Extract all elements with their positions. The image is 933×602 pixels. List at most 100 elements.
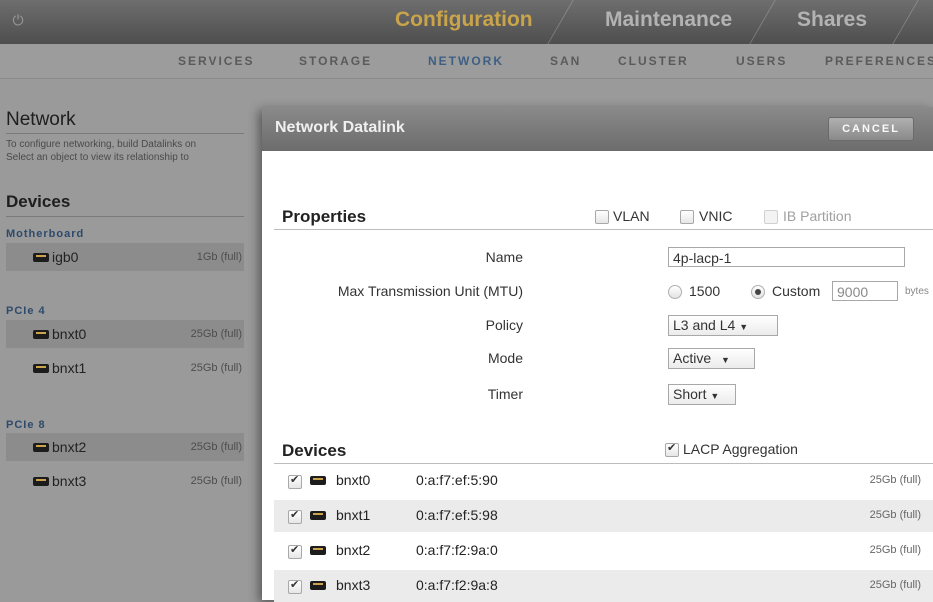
network-card-icon — [310, 546, 326, 555]
network-card-icon — [310, 511, 326, 520]
name-field[interactable]: 4p-lacp-1 — [668, 247, 905, 267]
device-row-bnxt2[interactable]: bnxt2 0:a:f7:f2:9a:0 25Gb (full) — [274, 535, 933, 567]
policy-label: Policy — [485, 317, 523, 333]
network-card-icon — [310, 476, 326, 485]
chevron-down-icon: ▼ — [721, 355, 730, 365]
ib-partition-label: IB Partition — [783, 208, 852, 224]
chevron-down-icon: ▼ — [739, 322, 749, 332]
device-name: igb0 — [52, 249, 79, 265]
device-name: bnxt3 — [336, 577, 371, 593]
group-label-pcie8: PCIe 8 — [6, 419, 46, 431]
mode-label: Mode — [487, 350, 523, 366]
device-speed: 25Gb (full) — [190, 475, 242, 487]
subnav-network[interactable]: NETWORK — [428, 53, 504, 69]
device-speed: 25Gb (full) — [190, 328, 242, 340]
vlan-label: VLAN — [613, 208, 650, 224]
device-row-bnxt3[interactable]: bnxt3 0:a:f7:f2:9a:8 25Gb (full) — [274, 570, 933, 602]
sub-navigation: SERVICES STORAGE NETWORK SAN CLUSTER USE… — [0, 44, 933, 79]
timer-value: Short — [673, 386, 707, 402]
device-speed: 25Gb (full) — [869, 474, 921, 486]
top-bar: ⏻ Configuration Maintenance Shares — [0, 0, 933, 44]
network-datalink-dialog: Network Datalink CANCEL Properties VLAN … — [262, 107, 933, 602]
vnic-checkbox[interactable] — [680, 210, 694, 224]
page-title: Network — [6, 109, 76, 130]
network-card-icon — [310, 581, 326, 590]
mtu-1500-radio[interactable] — [668, 285, 682, 299]
mtu-unit-label: bytes — [905, 286, 929, 297]
tab-divider — [892, 0, 933, 44]
network-panel: Network To configure networking, build D… — [0, 79, 260, 600]
device-speed: 25Gb (full) — [190, 362, 242, 374]
mtu-custom-label: Custom — [772, 283, 821, 299]
divider — [6, 133, 244, 134]
timer-label: Timer — [487, 386, 523, 402]
name-label: Name — [485, 249, 523, 265]
device-speed: 1Gb (full) — [196, 251, 242, 263]
subnav-san[interactable]: SAN — [550, 53, 581, 69]
network-card-icon — [33, 477, 49, 486]
tab-shares[interactable]: Shares — [797, 8, 867, 32]
dialog-title: Network Datalink — [275, 119, 405, 136]
mtu-custom-field[interactable]: 9000 — [832, 281, 898, 301]
subnav-users[interactable]: USERS — [736, 53, 787, 69]
group-label-motherboard: Motherboard — [6, 228, 85, 240]
vlan-checkbox[interactable] — [595, 210, 609, 224]
device-row-bnxt1[interactable]: bnxt1 25Gb (full) — [6, 354, 244, 382]
device-speed: 25Gb (full) — [869, 579, 921, 591]
devices-heading: Devices — [282, 441, 347, 460]
divider — [274, 229, 933, 230]
device-name: bnxt3 — [52, 473, 87, 489]
subnav-storage[interactable]: STORAGE — [299, 53, 372, 69]
device-row-bnxt0[interactable]: bnxt0 0:a:f7:ef:5:90 25Gb (full) — [274, 465, 933, 497]
mtu-custom-radio[interactable] — [751, 285, 765, 299]
lacp-aggregation-checkbox[interactable] — [665, 441, 679, 457]
device-mac-address: 0:a:f7:ef:5:90 — [416, 472, 498, 488]
device-row-bnxt1[interactable]: bnxt1 0:a:f7:ef:5:98 25Gb (full) — [274, 500, 933, 532]
chevron-down-icon: ▼ — [710, 391, 720, 401]
device-mac-address: 0:a:f7:f2:9a:8 — [416, 577, 498, 593]
subnav-preferences[interactable]: PREFERENCES — [825, 53, 933, 69]
mode-select[interactable]: Active ▼ — [668, 348, 755, 369]
tab-divider — [547, 0, 604, 44]
device-name: bnxt0 — [52, 326, 87, 342]
device-row-bnxt0[interactable]: bnxt0 25Gb (full) — [6, 320, 244, 348]
mtu-label: Max Transmission Unit (MTU) — [337, 283, 523, 299]
tab-maintenance[interactable]: Maintenance — [605, 8, 732, 32]
cancel-button[interactable]: CANCEL — [828, 117, 914, 141]
device-mac-address: 0:a:f7:ef:5:98 — [416, 507, 498, 523]
device-speed: 25Gb (full) — [869, 509, 921, 521]
device-row-bnxt3[interactable]: bnxt3 25Gb (full) — [6, 467, 244, 495]
network-card-icon — [33, 443, 49, 452]
device-name: bnxt2 — [336, 542, 371, 558]
device-name: bnxt1 — [52, 360, 87, 376]
power-icon[interactable]: ⏻ — [9, 11, 27, 29]
divider — [274, 463, 933, 464]
device-mac-address: 0:a:f7:f2:9a:0 — [416, 542, 498, 558]
device-checkbox[interactable] — [288, 508, 302, 524]
mode-value: Active — [673, 350, 712, 366]
device-checkbox[interactable] — [288, 473, 302, 489]
tab-configuration[interactable]: Configuration — [395, 8, 533, 32]
network-card-icon — [33, 253, 49, 262]
intro-text: Select an object to view its relationshi… — [6, 152, 189, 163]
devices-heading: Devices — [6, 192, 71, 211]
group-label-pcie4: PCIe 4 — [6, 305, 46, 317]
subnav-services[interactable]: SERVICES — [178, 53, 254, 69]
device-speed: 25Gb (full) — [190, 441, 242, 453]
device-speed: 25Gb (full) — [869, 544, 921, 556]
network-card-icon — [33, 330, 49, 339]
dialog-title-bar: Network Datalink CANCEL — [262, 107, 933, 151]
device-row-bnxt2[interactable]: bnxt2 25Gb (full) — [6, 433, 244, 461]
divider — [6, 216, 244, 217]
policy-select[interactable]: L3 and L4 ▼ — [668, 315, 778, 336]
device-row-igb0[interactable]: igb0 1Gb (full) — [6, 243, 244, 271]
subnav-cluster[interactable]: CLUSTER — [618, 53, 689, 69]
intro-text: To configure networking, build Datalinks… — [6, 139, 197, 150]
device-checkbox[interactable] — [288, 543, 302, 559]
device-checkbox[interactable] — [288, 578, 302, 594]
device-name: bnxt1 — [336, 507, 371, 523]
ib-partition-checkbox[interactable] — [764, 210, 778, 224]
timer-select[interactable]: Short ▼ — [668, 384, 736, 405]
mtu-1500-label: 1500 — [689, 283, 721, 299]
policy-value: L3 and L4 — [673, 317, 736, 333]
